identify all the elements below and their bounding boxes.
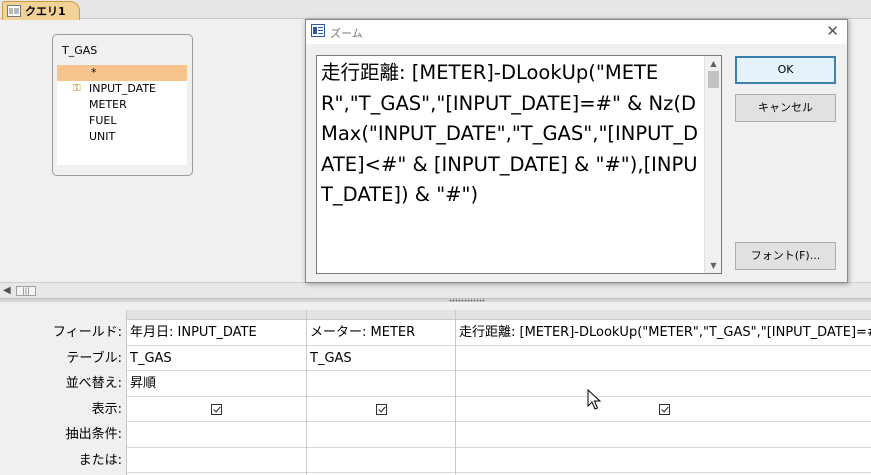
criteria-cell[interactable] <box>127 422 306 448</box>
field-list[interactable]: * ⚿ INPUT_DATE METER FUEL UNIT <box>57 65 187 165</box>
scroll-left-icon[interactable]: ◀ <box>3 285 11 296</box>
field-cell[interactable]: 年月日: INPUT_DATE <box>127 320 306 346</box>
criteria-cell[interactable] <box>307 422 455 448</box>
or-cell[interactable] <box>307 448 455 473</box>
mouse-cursor-icon <box>587 389 601 410</box>
show-cell[interactable] <box>127 397 306 422</box>
column-selector[interactable] <box>456 310 871 320</box>
scroll-down-icon[interactable]: ▼ <box>705 258 721 273</box>
zoom-dialog: ズーム ✕ 走行距離: [METER]-DLookUp("METER","T_G… <box>305 19 848 283</box>
table-cell[interactable] <box>456 346 871 371</box>
close-icon[interactable]: ✕ <box>826 23 839 39</box>
or-cell[interactable] <box>456 448 871 473</box>
row-label-field: フィールド: <box>52 325 122 340</box>
horizontal-scrollbar[interactable]: ◀ ||| <box>0 282 871 298</box>
cancel-button[interactable]: キャンセル <box>735 94 836 122</box>
primary-key-icon: ⚿ <box>73 83 81 94</box>
dialog-title: ズーム <box>330 27 363 40</box>
dialog-icon <box>311 24 325 37</box>
query-tab[interactable]: クエリ1 <box>2 1 80 20</box>
table-cell[interactable]: T_GAS <box>127 346 306 371</box>
sort-cell[interactable]: 昇順 <box>127 371 306 397</box>
field-item-unit[interactable]: UNIT <box>57 129 187 145</box>
field-name: * <box>91 66 97 79</box>
query-tab-label: クエリ1 <box>25 5 66 18</box>
zoom-expression-text[interactable]: 走行距離: [METER]-DLookUp("METER","T_GAS","[… <box>321 58 703 211</box>
font-button[interactable]: フォント(F)... <box>735 242 836 270</box>
scrollbar-thumb[interactable] <box>708 71 719 88</box>
field-item-meter[interactable]: METER <box>57 97 187 113</box>
field-name: FUEL <box>89 114 117 127</box>
criteria-cell[interactable] <box>456 422 871 448</box>
zoom-text-area[interactable]: 走行距離: [METER]-DLookUp("METER","T_GAS","[… <box>316 55 722 274</box>
ok-button[interactable]: OK <box>735 56 836 84</box>
row-label-sort: 並べ替え: <box>65 376 122 391</box>
show-cell[interactable] <box>307 397 455 422</box>
field-item-input-date[interactable]: ⚿ INPUT_DATE <box>57 81 187 97</box>
show-cell[interactable] <box>456 397 871 422</box>
grid-column-3[interactable]: 走行距離: [METER]-DLookUp("METER","T_GAS","[… <box>456 310 871 475</box>
row-labels: フィールド: テーブル: 並べ替え: 表示: 抽出条件: または: <box>0 320 126 473</box>
grid-column-2[interactable]: メーター: METER T_GAS <box>307 310 456 475</box>
show-checkbox[interactable] <box>658 403 670 415</box>
design-grid: 年月日: INPUT_DATE T_GAS 昇順 メーター: METER T_G… <box>126 310 871 475</box>
dialog-titlebar[interactable]: ズーム ✕ <box>306 20 847 44</box>
sort-cell[interactable] <box>456 371 871 397</box>
show-checkbox[interactable] <box>375 403 387 415</box>
field-item-all[interactable]: * <box>57 65 187 81</box>
document-tab-strip: クエリ1 <box>0 0 871 20</box>
show-checkbox[interactable] <box>211 403 222 415</box>
row-label-table: テーブル: <box>66 350 122 366</box>
vertical-scrollbar[interactable]: ▲ ▼ <box>704 56 721 273</box>
field-name: UNIT <box>89 130 116 143</box>
field-name: METER <box>89 98 127 111</box>
field-cell[interactable]: メーター: METER <box>307 320 455 346</box>
field-item-fuel[interactable]: FUEL <box>57 113 187 129</box>
grid-column-1[interactable]: 年月日: INPUT_DATE T_GAS 昇順 <box>127 310 307 475</box>
column-selector[interactable] <box>307 310 455 320</box>
field-name: INPUT_DATE <box>89 82 156 95</box>
scrollbar-thumb[interactable]: ||| <box>16 286 36 296</box>
field-cell[interactable]: 走行距離: [METER]-DLookUp("METER","T_GAS","[… <box>456 320 871 346</box>
table-field-list-window[interactable]: T_GAS * ⚿ INPUT_DATE METER FUEL UNIT <box>52 34 193 176</box>
query-icon <box>7 5 21 17</box>
row-label-or: または: <box>78 452 122 468</box>
row-label-criteria: 抽出条件: <box>65 427 122 442</box>
sort-cell[interactable] <box>307 371 455 397</box>
table-cell[interactable]: T_GAS <box>307 346 455 371</box>
or-cell[interactable] <box>127 448 306 473</box>
row-label-show: 表示: <box>91 401 122 417</box>
query-design-grid-pane: フィールド: テーブル: 並べ替え: 表示: 抽出条件: または: 年月日: I… <box>0 302 871 475</box>
table-title[interactable]: T_GAS <box>62 44 97 57</box>
column-selector[interactable] <box>127 310 306 320</box>
scroll-up-icon[interactable]: ▲ <box>705 56 721 71</box>
